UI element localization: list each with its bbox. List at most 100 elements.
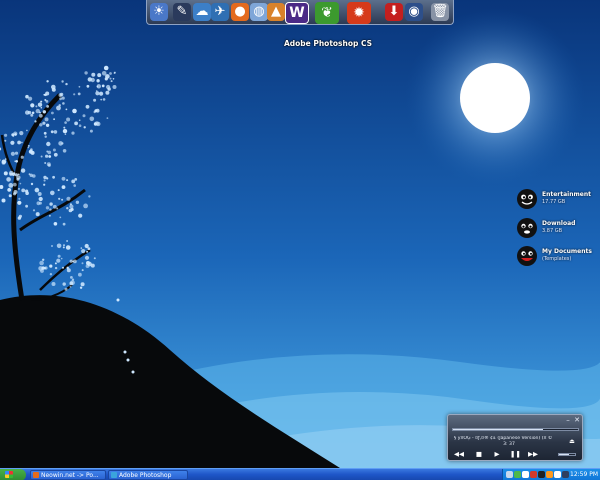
start-button[interactable] bbox=[0, 469, 26, 480]
media-icon[interactable]: ◉ bbox=[405, 3, 423, 21]
blossom-petal bbox=[45, 100, 49, 103]
photoshop-icon[interactable]: ❦ bbox=[315, 2, 339, 24]
blossom-petal bbox=[13, 131, 18, 136]
blossom-petal bbox=[97, 73, 102, 78]
player-seek-fill bbox=[453, 429, 543, 430]
blossom-petal bbox=[49, 273, 53, 276]
blossom-petal bbox=[73, 93, 76, 96]
stop-button[interactable]: ■ bbox=[474, 450, 484, 459]
desktop-icon-entertainment[interactable]: Entertainment 17.77 GB bbox=[516, 188, 600, 212]
blossom-petal bbox=[46, 80, 49, 83]
globe-icon[interactable]: ◍ bbox=[250, 3, 268, 21]
blossom-petal bbox=[64, 287, 68, 291]
blossom-petal bbox=[70, 276, 73, 279]
blossom-petal bbox=[110, 80, 113, 83]
blossom-petal bbox=[61, 80, 64, 83]
system-tray: 12:59 PM bbox=[502, 469, 600, 480]
blossom-petal bbox=[113, 72, 116, 74]
blossom-petal bbox=[32, 209, 36, 212]
download-icon[interactable]: ⬇ bbox=[385, 3, 403, 21]
taskbar-task-photoshop[interactable]: Adobe Photoshop bbox=[108, 470, 188, 480]
blossom-petal bbox=[27, 146, 30, 149]
blossom-petal bbox=[20, 168, 26, 173]
tray-security-icon[interactable] bbox=[514, 471, 521, 478]
tray-update-icon[interactable] bbox=[546, 471, 553, 478]
player-track-title: § y¤ÕĢ - ¤ƒ,¤® ¢£ (Japanese Version) (¤ … bbox=[454, 436, 553, 441]
desktop-icon-my-documents[interactable]: My Documents (Templates) bbox=[516, 245, 600, 269]
blossom-petal bbox=[12, 182, 17, 187]
taskbar-task-neowin[interactable]: Neowin.net -> Po... bbox=[30, 470, 106, 480]
tools-icon[interactable]: ✎ bbox=[173, 3, 191, 21]
pause-button[interactable]: ❚❚ bbox=[510, 450, 521, 459]
vlc-icon[interactable]: ▲ bbox=[267, 3, 285, 21]
blossom-petal bbox=[95, 91, 100, 96]
blossom-petal bbox=[38, 196, 43, 202]
network-icon[interactable]: ☁ bbox=[193, 3, 211, 21]
blossom-petal bbox=[62, 282, 66, 286]
blossom-petal bbox=[26, 129, 28, 132]
play-button[interactable]: ▶ bbox=[492, 450, 502, 459]
blossom-petal bbox=[66, 196, 71, 201]
desktop-icon-size: (Templates) bbox=[542, 256, 572, 262]
weather-icon[interactable]: ☀ bbox=[150, 3, 168, 21]
blossom-petal bbox=[43, 183, 46, 186]
blossom-petal bbox=[31, 111, 35, 115]
blossom-petal bbox=[49, 214, 51, 217]
blossom-petal bbox=[84, 255, 90, 260]
blossom-petal bbox=[43, 179, 46, 182]
blossom-petal bbox=[78, 272, 82, 277]
tray-messenger-icon[interactable] bbox=[522, 471, 529, 478]
bird-icon[interactable]: ✈ bbox=[211, 3, 229, 21]
player-minimize-button[interactable]: – bbox=[564, 416, 572, 424]
trash-icon[interactable]: 🗑 bbox=[431, 3, 449, 21]
blossom-petal bbox=[56, 207, 59, 210]
blossom-petal bbox=[63, 244, 65, 247]
blossom-petal bbox=[19, 182, 22, 185]
eject-icon[interactable]: ⏏ bbox=[568, 438, 576, 446]
player-close-button[interactable]: ✕ bbox=[573, 416, 581, 424]
word-icon[interactable]: W bbox=[285, 2, 309, 24]
blossom-petal bbox=[4, 139, 7, 142]
tray-antivirus-icon[interactable] bbox=[530, 471, 537, 478]
blossom-petal bbox=[44, 266, 48, 270]
blossom-petal bbox=[46, 177, 49, 180]
blossom-petal bbox=[16, 175, 21, 180]
firefox-icon[interactable]: ● bbox=[231, 3, 249, 21]
blossom-petal bbox=[62, 149, 67, 153]
volume-slider[interactable] bbox=[558, 453, 576, 456]
blossom-petal bbox=[78, 119, 81, 121]
blossom-petal bbox=[69, 259, 73, 263]
tray-app-icon[interactable] bbox=[538, 471, 545, 478]
smiley-ball-icon bbox=[517, 246, 537, 266]
next-button[interactable]: ▶▶ bbox=[528, 450, 538, 459]
tray-volume-icon[interactable] bbox=[554, 471, 561, 478]
blossom-petal bbox=[32, 174, 36, 178]
blossom-petal bbox=[69, 285, 72, 288]
blossom-petal bbox=[60, 257, 63, 260]
blossom-petal bbox=[17, 173, 20, 176]
volume-fill bbox=[559, 454, 569, 455]
fire-icon[interactable]: ✹ bbox=[347, 2, 371, 24]
tray-network-icon[interactable] bbox=[506, 471, 513, 478]
desktop-icon-download[interactable]: Download 3.87 GB bbox=[516, 217, 600, 241]
blossom-petal bbox=[30, 148, 33, 151]
taskbar-clock[interactable]: 12:59 PM bbox=[569, 469, 599, 480]
blossom-petal bbox=[112, 78, 115, 80]
player-time: 3: 37 bbox=[503, 442, 515, 447]
previous-button[interactable]: ◀◀ bbox=[454, 450, 464, 459]
blossom-petal bbox=[71, 131, 75, 135]
blossom-petal bbox=[64, 121, 67, 124]
blossom-petal bbox=[30, 182, 34, 186]
windows-flag-icon bbox=[5, 471, 13, 478]
blossom-petal bbox=[70, 280, 75, 286]
blossom-petal bbox=[81, 249, 86, 254]
player-seek-bar[interactable] bbox=[452, 428, 579, 431]
tray-display-icon[interactable] bbox=[562, 471, 569, 478]
blossom-petal bbox=[83, 126, 86, 129]
blossom-petal bbox=[51, 282, 56, 286]
blossom-petal bbox=[53, 222, 58, 226]
blossom-petal bbox=[86, 250, 89, 253]
blossom-petal bbox=[45, 91, 50, 96]
blossom-petal bbox=[59, 216, 62, 219]
blossom-petal bbox=[44, 117, 49, 122]
